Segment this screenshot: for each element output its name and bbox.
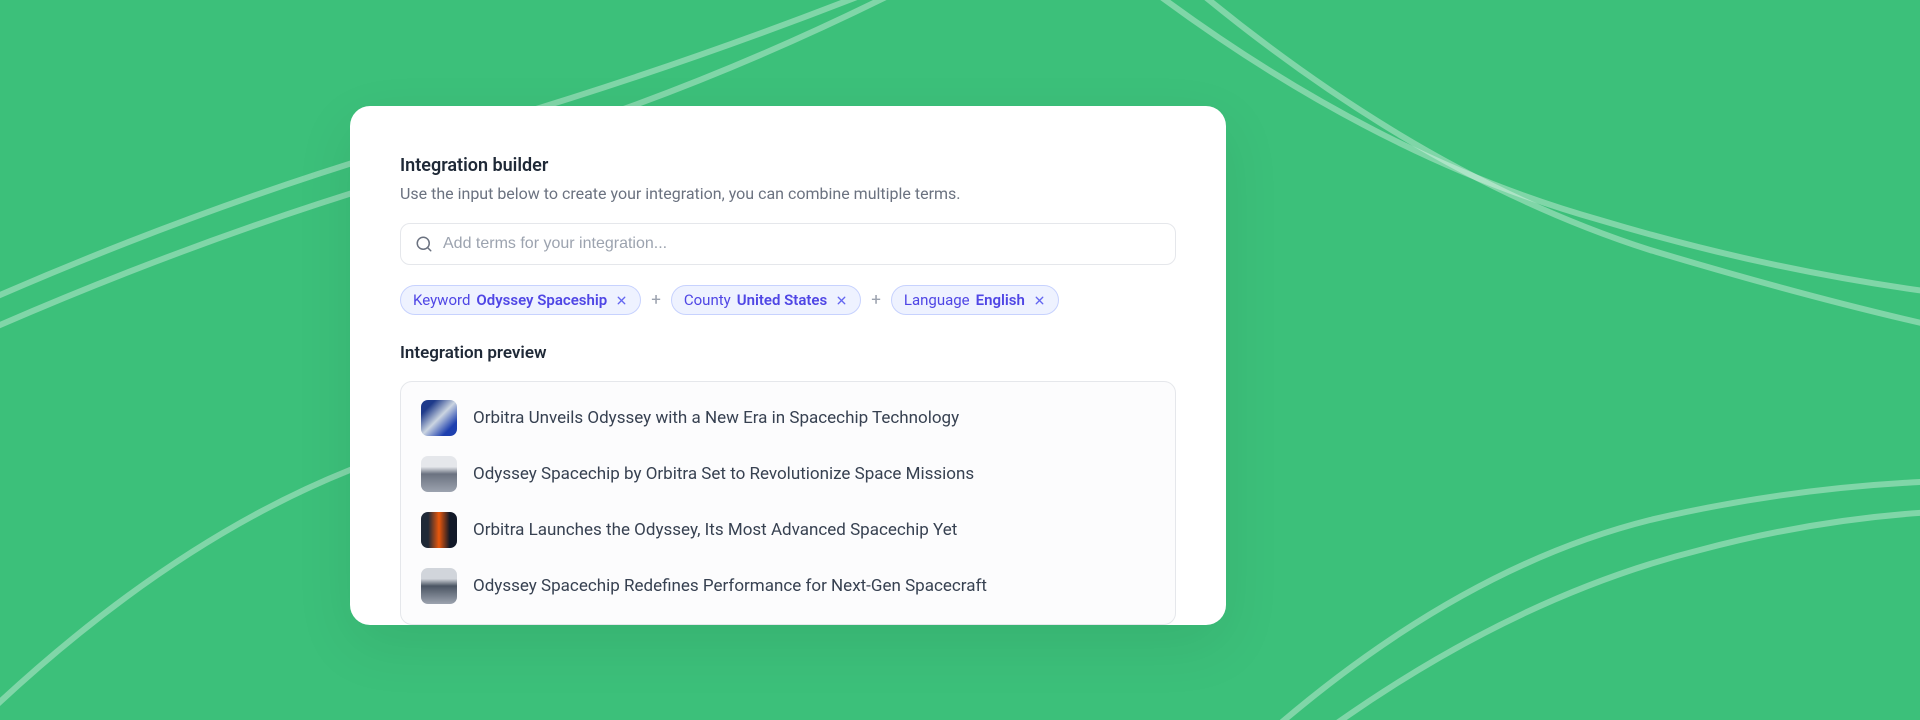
thumbnail-image [421, 400, 457, 436]
list-item[interactable]: Odyssey Spacechip by Orbitra Set to Revo… [421, 456, 1155, 492]
tag-label: Language [904, 291, 970, 309]
tag-label: Keyword [413, 291, 470, 309]
tag-separator: + [651, 290, 661, 310]
integration-builder-card: Integration builder Use the input below … [350, 106, 1226, 625]
tag-value: United States [737, 291, 827, 309]
tag-label: County [684, 291, 731, 309]
preview-title: Integration preview [400, 343, 1176, 363]
tag-value: English [976, 291, 1025, 309]
tag-keyword[interactable]: Keyword Odyssey Spaceship [400, 285, 641, 315]
thumbnail-image [421, 512, 457, 548]
preview-item-text: Orbitra Launches the Odyssey, Its Most A… [473, 520, 957, 540]
card-subtitle: Use the input below to create your integ… [400, 184, 1176, 203]
close-icon[interactable] [1033, 294, 1046, 307]
search-box[interactable] [400, 223, 1176, 265]
preview-item-text: Odyssey Spacechip Redefines Performance … [473, 576, 987, 596]
list-item[interactable]: Orbitra Launches the Odyssey, Its Most A… [421, 512, 1155, 548]
list-item[interactable]: Odyssey Spacechip Redefines Performance … [421, 568, 1155, 604]
card-title: Integration builder [400, 155, 1176, 176]
tag-county[interactable]: County United States [671, 285, 861, 315]
tags-row: Keyword Odyssey Spaceship + County Unite… [400, 285, 1176, 315]
preview-item-text: Orbitra Unveils Odyssey with a New Era i… [473, 408, 959, 428]
list-item[interactable]: Orbitra Unveils Odyssey with a New Era i… [421, 400, 1155, 436]
tag-separator: + [871, 290, 881, 310]
tag-value: Odyssey Spaceship [476, 291, 607, 309]
preview-item-text: Odyssey Spacechip by Orbitra Set to Revo… [473, 464, 974, 484]
tag-language[interactable]: Language English [891, 285, 1059, 315]
preview-box: Orbitra Unveils Odyssey with a New Era i… [400, 381, 1176, 625]
search-icon [415, 235, 433, 253]
thumbnail-image [421, 456, 457, 492]
thumbnail-image [421, 568, 457, 604]
search-input[interactable] [443, 235, 1161, 253]
close-icon[interactable] [615, 294, 628, 307]
close-icon[interactable] [835, 294, 848, 307]
